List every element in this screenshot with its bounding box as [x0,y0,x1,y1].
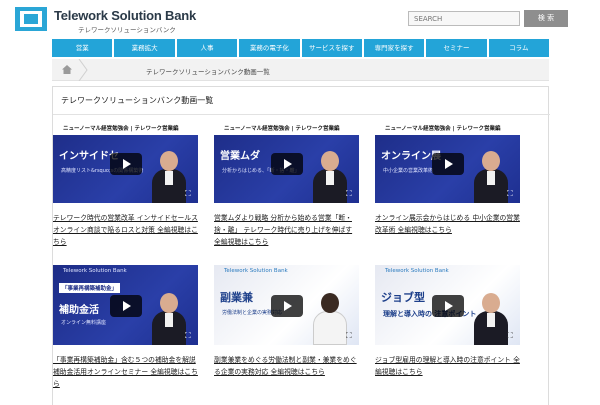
page: Telework Solution Bank テレワークソリューションバンク 検… [0,0,600,405]
fullscreen-icon[interactable]: ⛶ [185,190,193,198]
video-title-link[interactable]: 副業兼業をめぐる労働法制と副業・兼業をめぐる企業の実務対応 全編視聴はこちら [214,354,359,378]
main-nav: 営業 業務拡大 人事 業務の電子化 サービスを探す 専門家を探す セミナー コラ… [52,39,549,57]
play-icon[interactable] [432,153,464,175]
video-card[interactable]: Telework Solution Bank ジョブ型 理解と導入時の 注意ポイ… [375,265,520,378]
video-card[interactable]: Telework Solution Bank 「事業再構築補助金」 補助金活 オ… [53,265,198,390]
speaker-photo [313,293,347,345]
home-icon[interactable] [62,65,72,74]
play-icon[interactable] [432,295,464,317]
video-card[interactable]: ニューノーマル経営勉強会 | テレワーク営業編 インサイドセ 高精度リスト&rs… [53,123,198,248]
fullscreen-icon[interactable]: ⛶ [507,332,515,340]
thumbnail-header: ニューノーマル経営勉強会 | テレワーク営業編 [53,123,198,135]
thumbnail-title: ジョブ型 [381,291,425,304]
nav-item-find-expert[interactable]: 専門家を探す [363,39,425,57]
video-card[interactable]: ニューノーマル経営勉強会 | テレワーク営業編 営業ムダ 分析からはじめる、「断… [214,123,359,248]
fullscreen-icon[interactable]: ⛶ [346,190,354,198]
fullscreen-icon[interactable]: ⛶ [346,332,354,340]
divider [53,114,550,115]
search-input[interactable] [408,11,520,26]
thumbnail-subtitle: 中小企業の営業改革術 [383,168,434,174]
nav-item-hr[interactable]: 人事 [176,39,238,57]
nav-item-sales[interactable]: 営業 [52,39,113,57]
thumbnail-title: 補助金活 [59,305,99,316]
search-button[interactable]: 検 索 [524,10,568,27]
nav-item-find-service[interactable]: サービスを探す [301,39,362,57]
speaker-photo [474,293,508,345]
site-header: Telework Solution Bank テレワークソリューションバンク 検… [0,0,600,38]
thumbnail-title: 営業ムダ [220,151,260,162]
video-title-link[interactable]: ジョブ型雇用の理解と導入時の注意ポイント 全編視聴はこちら [375,354,520,378]
speaker-photo [152,151,186,203]
section-title: テレワークソリューションバンク動画一覧 [61,96,214,105]
video-thumbnail[interactable]: Telework Solution Bank 「事業再構築補助金」 補助金活 オ… [53,265,198,345]
video-title-link[interactable]: 「事業再構築補助金」含む５つの補助金を解説 補助金活用オンラインセミナー 全編視… [53,354,198,390]
video-thumbnail[interactable]: Telework Solution Bank ジョブ型 理解と導入時の 注意ポイ… [375,265,520,345]
play-icon[interactable] [110,153,142,175]
nav-item-column[interactable]: コラム [488,39,549,57]
video-thumbnail[interactable]: Telework Solution Bank 副業兼 労働法制と企業の実務対応 … [214,265,359,345]
breadcrumb: テレワークソリューションバンク動画一覧 [52,59,549,81]
content-area: テレワークソリューションバンク動画一覧 ニューノーマル経営勉強会 | テレワーク… [52,86,550,405]
thumbnail-header: Telework Solution Bank [63,268,127,274]
speaker-photo [152,293,186,345]
thumbnail-header: Telework Solution Bank [224,268,288,274]
video-thumbnail[interactable]: ニューノーマル経営勉強会 | テレワーク営業編 営業ムダ 分析からはじめる、「断… [214,123,359,203]
fullscreen-icon[interactable]: ⛶ [507,190,515,198]
site-brand[interactable]: Telework Solution Bank [54,8,196,23]
thumbnail-header: ニューノーマル経営勉強会 | テレワーク営業編 [214,123,359,135]
video-card[interactable]: Telework Solution Bank 副業兼 労働法制と企業の実務対応 … [214,265,359,378]
play-icon[interactable] [110,295,142,317]
video-title-link[interactable]: テレワーク時代の営業改革 インサイドセールス オンライン商談で陥るロスと対策 全… [53,212,198,248]
site-brand-sub: テレワークソリューションバンク [78,26,176,34]
logo-icon[interactable] [14,6,48,32]
play-icon[interactable] [271,295,303,317]
thumbnail-subtitle: オンライン無料講座 [61,320,107,326]
speaker-photo [474,151,508,203]
breadcrumb-current: テレワークソリューションバンク動画一覧 [146,68,270,76]
breadcrumb-separator-icon [78,59,88,81]
nav-item-business-expansion[interactable]: 業務拡大 [114,39,175,57]
speaker-photo [313,151,347,203]
thumbnail-header: ニューノーマル経営勉強会 | テレワーク営業編 [375,123,520,135]
video-thumbnail[interactable]: ニューノーマル経営勉強会 | テレワーク営業編 オンライン展 中小企業の営業改革… [375,123,520,203]
nav-item-digitization[interactable]: 業務の電子化 [239,39,300,57]
video-thumbnail[interactable]: ニューノーマル経営勉強会 | テレワーク営業編 インサイドセ 高精度リスト&rs… [53,123,198,203]
thumbnail-title: 副業兼 [220,291,253,304]
nav-item-seminar[interactable]: セミナー [426,39,487,57]
video-card[interactable]: ニューノーマル経営勉強会 | テレワーク営業編 オンライン展 中小企業の営業改革… [375,123,520,236]
play-icon[interactable] [271,153,303,175]
fullscreen-icon[interactable]: ⛶ [185,332,193,340]
video-title-link[interactable]: 営業ムダより戦略 分析から始める営業「断・捨・離」 テレワーク時代に売り上げを伸… [214,212,359,248]
video-title-link[interactable]: オンライン展示会からはじめる 中小企業の営業改革術 全編視聴はこちら [375,212,520,236]
thumbnail-header: Telework Solution Bank [385,268,449,274]
thumbnail-tagline: 「事業再構築補助金」 [59,283,121,293]
